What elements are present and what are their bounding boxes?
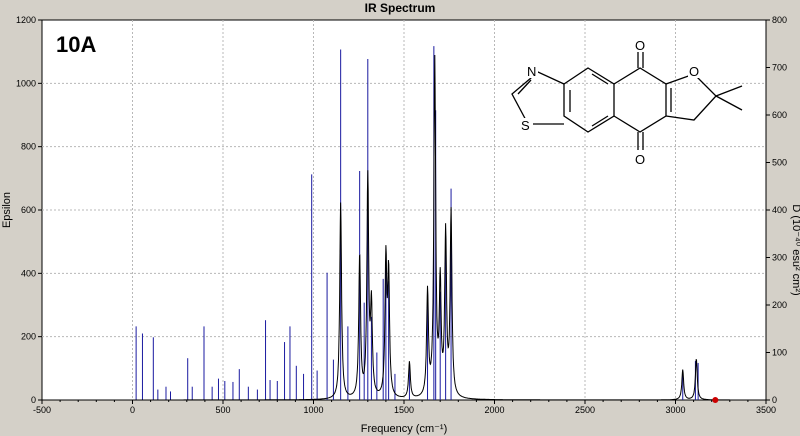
y-tick-label: 1200 — [16, 15, 36, 25]
y-tick-label: 800 — [21, 142, 36, 152]
x-tick-label: 2500 — [575, 405, 595, 415]
y-tick-label: 1000 — [16, 78, 36, 88]
y-tick-label: 600 — [21, 205, 36, 215]
x-tick-label: 1500 — [394, 405, 414, 415]
atom-s: S — [521, 118, 530, 133]
y-tick-label: 400 — [21, 268, 36, 278]
atom-o-top: O — [635, 38, 645, 53]
atom-o-bottom: O — [635, 152, 645, 167]
compound-label: 10A — [56, 32, 96, 57]
ir-spectrum-window: IR Spectrum -500 0 500 1000 1500 2000 2500 3000… — [0, 0, 800, 436]
y2-tick-label: 300 — [772, 253, 787, 263]
x-tick-label: 1000 — [303, 405, 323, 415]
y2-tick-label: 600 — [772, 110, 787, 120]
y2-tick-label: 100 — [772, 348, 787, 358]
x-tick-label: 3500 — [756, 405, 776, 415]
y2-tick-label: 500 — [772, 158, 787, 168]
spectrum-marker — [712, 397, 719, 403]
y2-tick-label: 800 — [772, 15, 787, 25]
y-tick-label: 0 — [31, 395, 36, 405]
y-tick-label: 200 — [21, 332, 36, 342]
y-axis-label: Epsilon — [1, 192, 13, 228]
y2-tick-label: 200 — [772, 300, 787, 310]
x-tick-label: 2000 — [484, 405, 504, 415]
y2-axis-label: D (10⁻⁴⁰ esu² cm²) — [790, 204, 800, 295]
spectrum-chart[interactable]: -500 0 500 1000 1500 2000 2500 3000 350002004006… — [0, 0, 800, 436]
atom-o-furan: O — [689, 64, 699, 79]
x-tick-label: 500 — [215, 405, 230, 415]
x-tick-label: -500 — [33, 405, 51, 415]
y2-tick-label: 0 — [772, 395, 777, 405]
atom-n: N — [527, 64, 536, 79]
x-axis-label: Frequency (cm⁻¹) — [361, 423, 448, 435]
y2-tick-label: 700 — [772, 63, 787, 73]
y2-tick-label: 400 — [772, 205, 787, 215]
x-tick-label: 0 — [130, 405, 135, 415]
x-tick-label: 3000 — [665, 405, 685, 415]
